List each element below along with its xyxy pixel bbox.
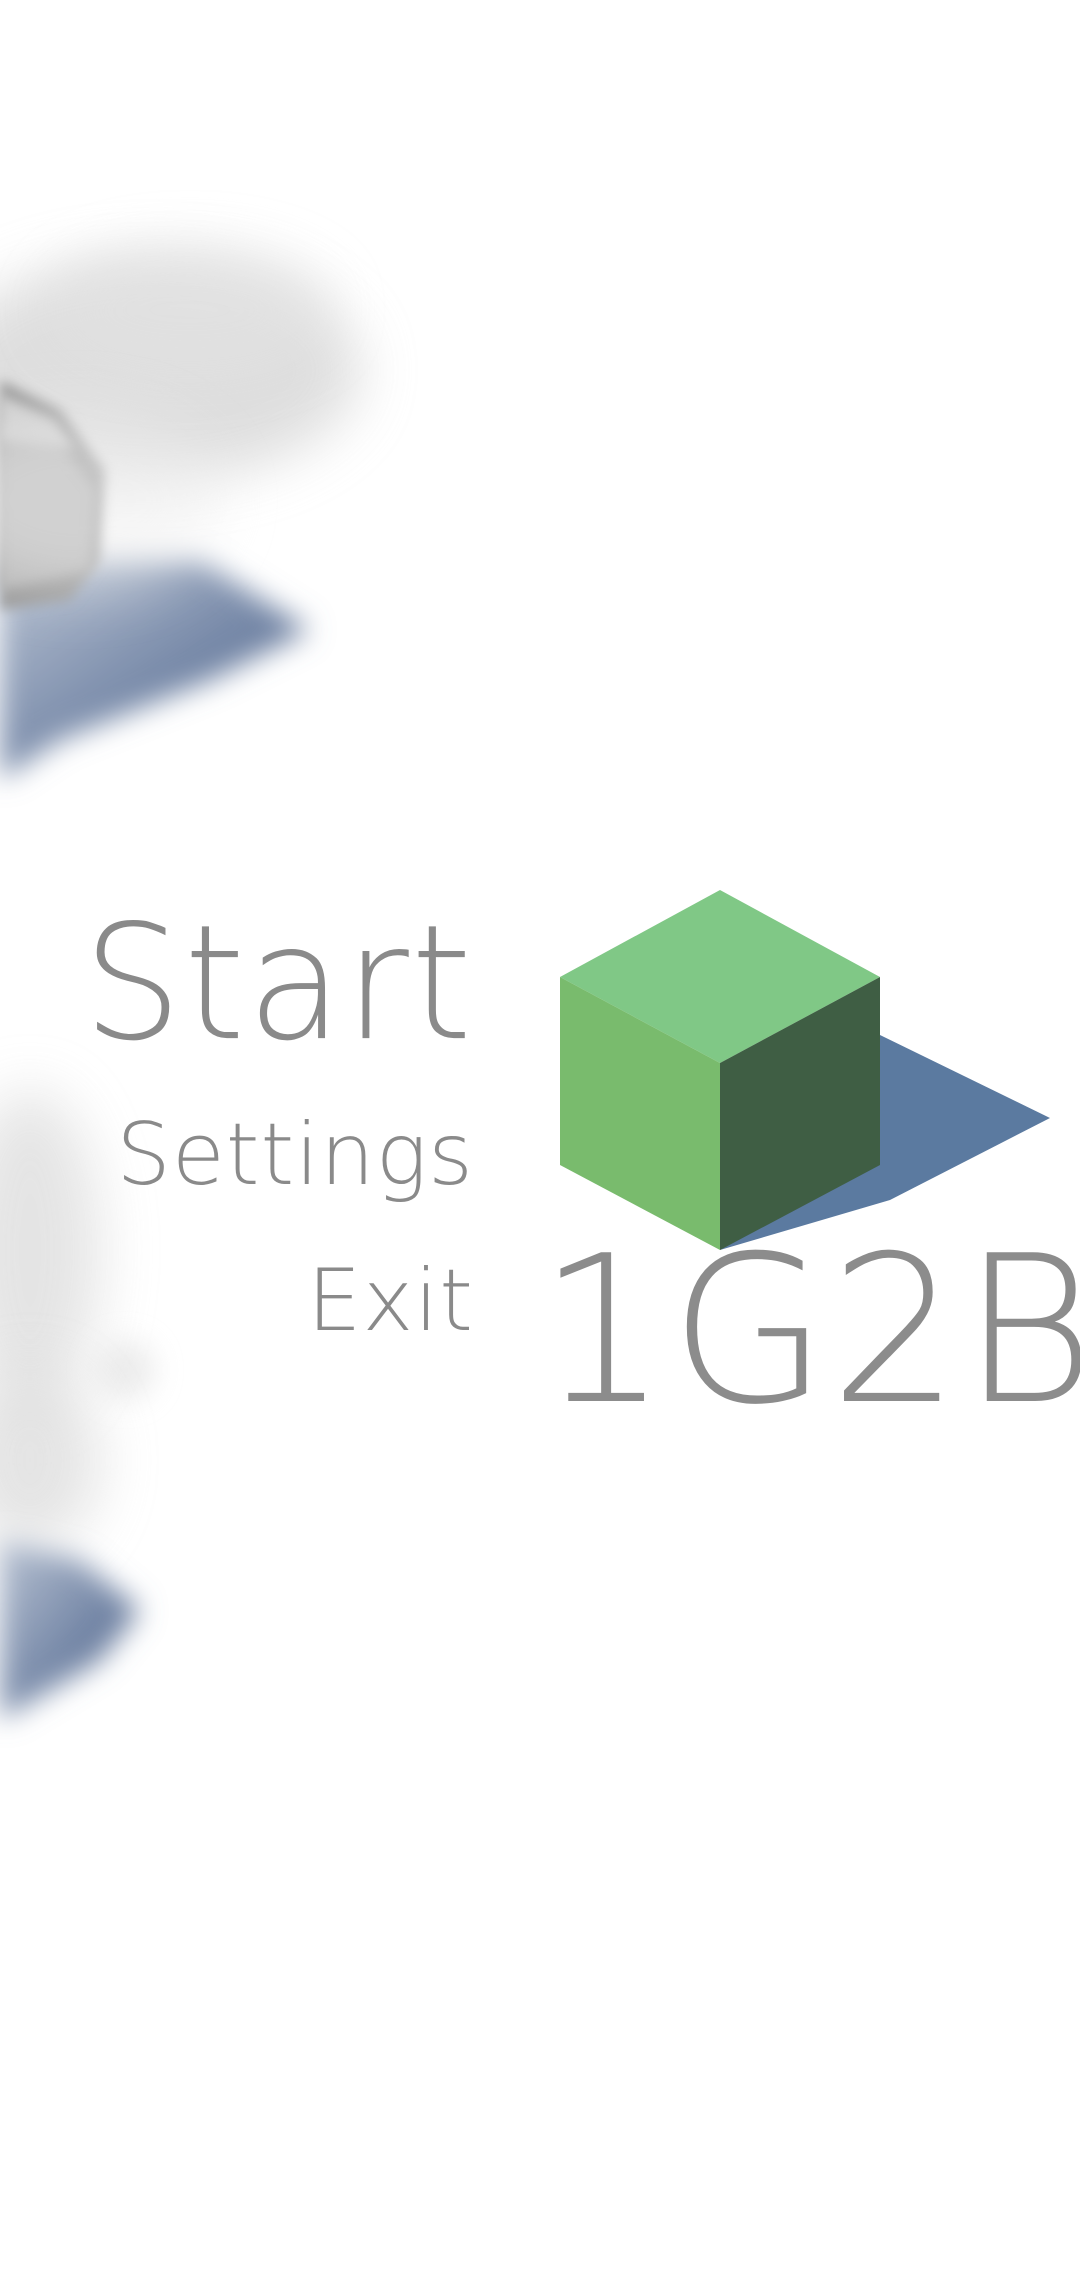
start-button[interactable]: Start: [83, 903, 474, 1062]
game-title: 1G2B: [538, 1213, 1080, 1450]
exit-button[interactable]: Exit: [307, 1258, 474, 1344]
game-scene: Start Settings Exit 1G2B: [0, 0, 1080, 2280]
settings-button[interactable]: Settings: [116, 1112, 474, 1198]
top-cloud-decor: [0, 250, 360, 780]
